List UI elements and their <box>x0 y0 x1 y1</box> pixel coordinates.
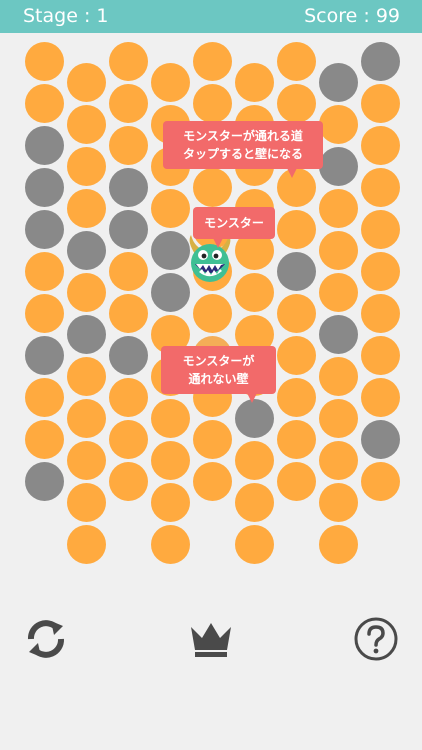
wall-cell[interactable] <box>361 420 400 459</box>
road-cell[interactable] <box>277 378 316 417</box>
wall-cell[interactable] <box>235 399 274 438</box>
road-cell[interactable] <box>25 42 64 81</box>
road-cell[interactable] <box>193 84 232 123</box>
road-cell[interactable] <box>361 210 400 249</box>
road-cell[interactable] <box>109 84 148 123</box>
road-cell[interactable] <box>361 462 400 501</box>
restart-button[interactable] <box>23 616 69 662</box>
road-cell[interactable] <box>277 420 316 459</box>
road-cell[interactable] <box>67 63 106 102</box>
road-cell[interactable] <box>319 357 358 396</box>
wall-cell[interactable] <box>361 42 400 81</box>
wall-cell[interactable] <box>319 147 358 186</box>
road-cell[interactable] <box>319 399 358 438</box>
wall-cell[interactable] <box>25 168 64 207</box>
road-cell[interactable] <box>25 420 64 459</box>
road-cell[interactable] <box>109 126 148 165</box>
road-cell[interactable] <box>277 336 316 375</box>
crown-icon <box>191 623 231 657</box>
road-cell[interactable] <box>67 357 106 396</box>
road-cell[interactable] <box>109 42 148 81</box>
wall-cell[interactable] <box>25 210 64 249</box>
road-cell[interactable] <box>235 273 274 312</box>
road-cell[interactable] <box>109 378 148 417</box>
road-cell[interactable] <box>151 63 190 102</box>
ranking-button[interactable] <box>188 620 234 666</box>
road-cell[interactable] <box>193 420 232 459</box>
road-cell[interactable] <box>67 105 106 144</box>
road-cell[interactable] <box>193 294 232 333</box>
road-cell[interactable] <box>319 105 358 144</box>
road-cell[interactable] <box>361 294 400 333</box>
road-cell[interactable] <box>319 441 358 480</box>
road-cell[interactable] <box>277 294 316 333</box>
road-cell[interactable] <box>277 462 316 501</box>
wall-tip-line2: 通れない壁 <box>188 372 249 386</box>
road-cell[interactable] <box>109 462 148 501</box>
road-cell[interactable] <box>193 168 232 207</box>
road-cell[interactable] <box>25 252 64 291</box>
wall-tip-callout: モンスターが 通れない壁 <box>161 346 276 403</box>
road-cell[interactable] <box>319 483 358 522</box>
road-cell[interactable] <box>361 126 400 165</box>
road-cell[interactable] <box>361 168 400 207</box>
wall-cell[interactable] <box>319 315 358 354</box>
road-cell[interactable] <box>67 483 106 522</box>
wall-tip-line1: モンスターが <box>182 354 255 368</box>
road-cell[interactable] <box>151 399 190 438</box>
road-cell[interactable] <box>361 252 400 291</box>
road-cell[interactable] <box>67 441 106 480</box>
road-tip-line2: タップすると壁になる <box>182 147 303 161</box>
road-cell[interactable] <box>151 441 190 480</box>
help-button[interactable] <box>353 616 399 662</box>
road-cell[interactable] <box>361 336 400 375</box>
wall-cell[interactable] <box>319 63 358 102</box>
road-cell[interactable] <box>67 399 106 438</box>
road-cell[interactable] <box>277 210 316 249</box>
road-cell[interactable] <box>193 462 232 501</box>
road-cell[interactable] <box>319 273 358 312</box>
road-cell[interactable] <box>67 147 106 186</box>
road-cell[interactable] <box>361 378 400 417</box>
road-cell[interactable] <box>361 84 400 123</box>
wall-cell[interactable] <box>25 336 64 375</box>
wall-cell[interactable] <box>109 336 148 375</box>
road-cell[interactable] <box>67 189 106 228</box>
road-cell[interactable] <box>277 84 316 123</box>
road-tip-callout: モンスターが通れる道 タップすると壁になる <box>163 121 323 178</box>
monster-tip-callout: モンスター <box>193 207 275 248</box>
road-cell[interactable] <box>25 84 64 123</box>
road-cell[interactable] <box>319 189 358 228</box>
road-cell[interactable] <box>235 525 274 564</box>
road-cell[interactable] <box>235 441 274 480</box>
wall-cell[interactable] <box>109 168 148 207</box>
wall-cell[interactable] <box>109 210 148 249</box>
road-tip-line1: モンスターが通れる道 <box>183 129 303 143</box>
wall-cell[interactable] <box>25 462 64 501</box>
question-icon <box>354 617 398 661</box>
road-cell[interactable] <box>151 483 190 522</box>
refresh-icon <box>28 620 64 658</box>
wall-cell[interactable] <box>25 126 64 165</box>
road-cell[interactable] <box>67 525 106 564</box>
wall-cell[interactable] <box>277 252 316 291</box>
road-cell[interactable] <box>151 189 190 228</box>
road-cell[interactable] <box>109 420 148 459</box>
road-cell[interactable] <box>25 294 64 333</box>
road-cell[interactable] <box>109 252 148 291</box>
road-cell[interactable] <box>193 42 232 81</box>
road-cell[interactable] <box>67 273 106 312</box>
road-cell[interactable] <box>319 231 358 270</box>
road-cell[interactable] <box>235 483 274 522</box>
monster-icon <box>189 235 231 282</box>
road-cell[interactable] <box>109 294 148 333</box>
road-cell[interactable] <box>151 525 190 564</box>
road-cell[interactable] <box>25 378 64 417</box>
road-cell[interactable] <box>319 525 358 564</box>
wall-cell[interactable] <box>67 231 106 270</box>
road-cell[interactable] <box>277 42 316 81</box>
monster-tip-label: モンスター <box>204 216 264 230</box>
wall-cell[interactable] <box>67 315 106 354</box>
road-cell[interactable] <box>235 63 274 102</box>
